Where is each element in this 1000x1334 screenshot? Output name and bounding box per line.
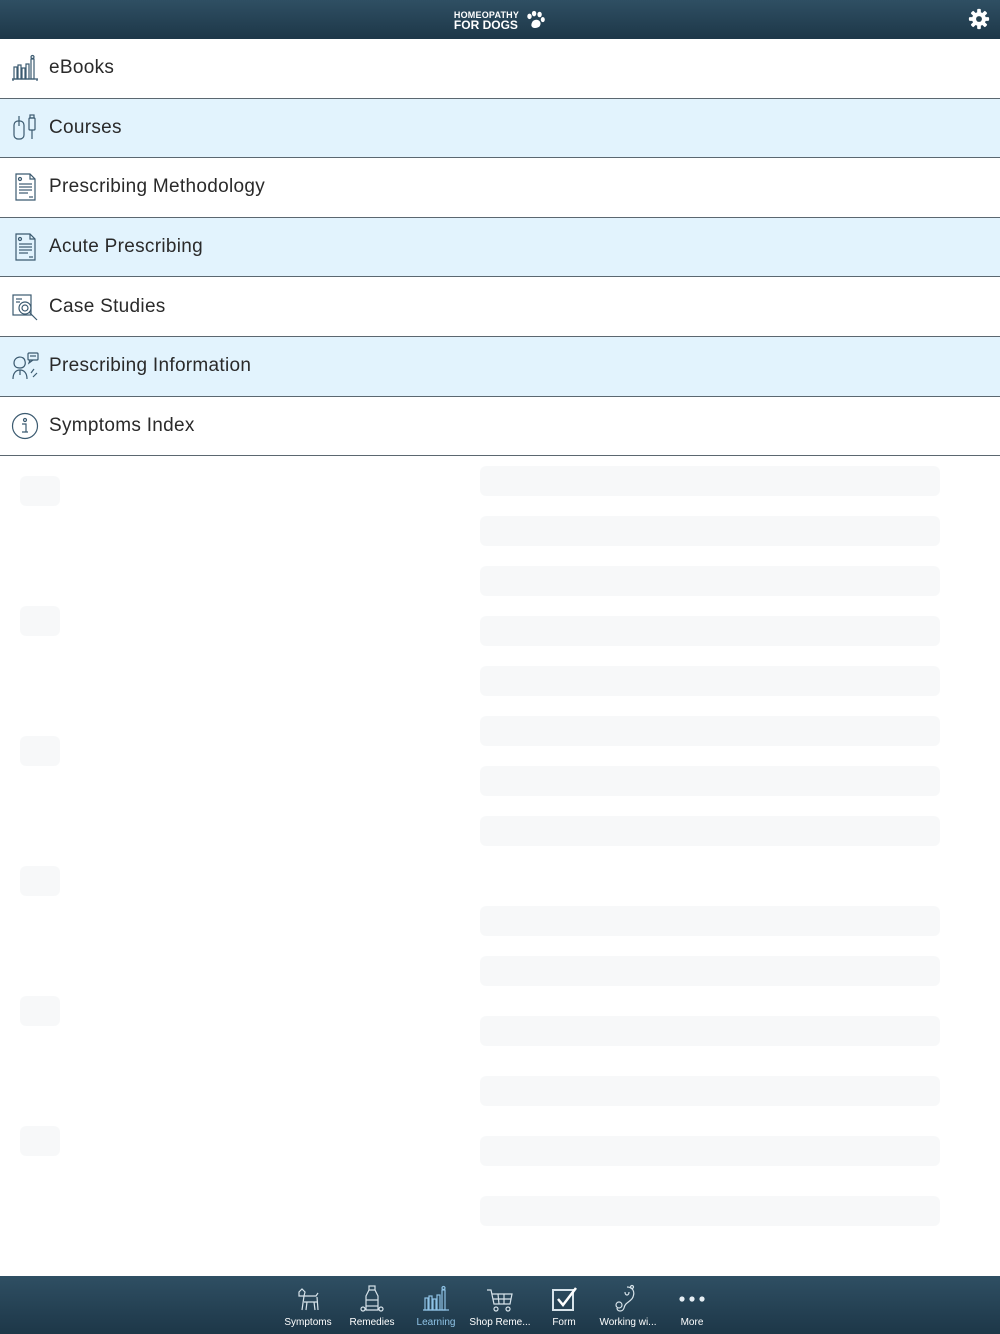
tab-remedies[interactable]: Remedies <box>340 1284 404 1328</box>
gear-icon <box>968 8 990 30</box>
more-dots-icon <box>679 1296 705 1302</box>
menu-item-label: Symptoms Index <box>49 414 195 436</box>
menu-item-case-studies[interactable]: Case Studies <box>0 277 1000 337</box>
menu-item-acute-prescribing[interactable]: Acute Prescribing <box>0 217 1000 278</box>
checkbox-icon <box>552 1287 577 1311</box>
menu-item-label: Acute Prescribing <box>49 236 204 258</box>
tab-more[interactable]: More <box>660 1284 724 1328</box>
app-logo: HOMEOPATHY FOR DOGS <box>454 9 546 31</box>
case-search-icon <box>12 294 38 321</box>
dog-icon <box>298 1288 319 1311</box>
document-icon <box>15 173 36 202</box>
menu-item-prescribing-information[interactable]: Prescribing Information <box>0 336 1000 397</box>
tab-label: More <box>680 1317 704 1328</box>
bookshelf-icon <box>423 1285 449 1311</box>
document-icon <box>15 233 36 261</box>
menu-item-label: Prescribing Information <box>49 355 252 377</box>
tab-label: Remedies <box>349 1317 395 1328</box>
tab-form[interactable]: Form <box>532 1284 596 1328</box>
info-icon <box>11 412 39 439</box>
menu-item-symptoms-index[interactable]: Symptoms Index <box>0 397 1000 457</box>
menu-item-courses[interactable]: Courses <box>0 98 1000 159</box>
tab-label: Symptoms <box>284 1317 332 1328</box>
paw-icon <box>527 10 545 28</box>
mouse-usb-icon <box>13 114 36 140</box>
menu-item-label: Courses <box>49 116 122 138</box>
background-watermark <box>0 456 1000 1276</box>
menu-item-ebooks[interactable]: eBooks <box>0 39 1000 99</box>
tab-learning[interactable]: Learning <box>404 1284 468 1328</box>
tab-label: Learning <box>416 1317 456 1328</box>
tab-label: Working wi... <box>599 1317 657 1328</box>
remedy-bottle-icon <box>360 1285 384 1312</box>
logo-line2: FOR DOGS <box>453 17 518 32</box>
tab-label: Shop Reme... <box>469 1317 531 1328</box>
menu-item-label: Prescribing Methodology <box>49 176 266 198</box>
stethoscope-icon <box>615 1284 635 1312</box>
tab-shop-remedies[interactable]: Shop Reme... <box>468 1284 532 1328</box>
tab-label: Form <box>552 1317 576 1328</box>
tab-symptoms[interactable]: Symptoms <box>276 1284 340 1328</box>
bottom-tab-bar: Symptoms Remedies Learning Shop Reme... <box>0 1276 1000 1334</box>
menu-item-prescribing-methodology[interactable]: Prescribing Methodology <box>0 158 1000 218</box>
menu-item-label: eBooks <box>49 57 115 79</box>
vet-speech-icon <box>12 352 39 380</box>
cart-icon <box>487 1289 513 1312</box>
settings-button[interactable] <box>968 8 990 30</box>
tab-working-with[interactable]: Working wi... <box>596 1284 660 1328</box>
learning-menu-list: eBooks Courses Prescribing Methodology A… <box>0 39 1000 457</box>
menu-item-label: Case Studies <box>49 295 166 317</box>
bookshelf-icon <box>12 55 38 82</box>
top-bar: HOMEOPATHY FOR DOGS <box>0 0 1000 39</box>
